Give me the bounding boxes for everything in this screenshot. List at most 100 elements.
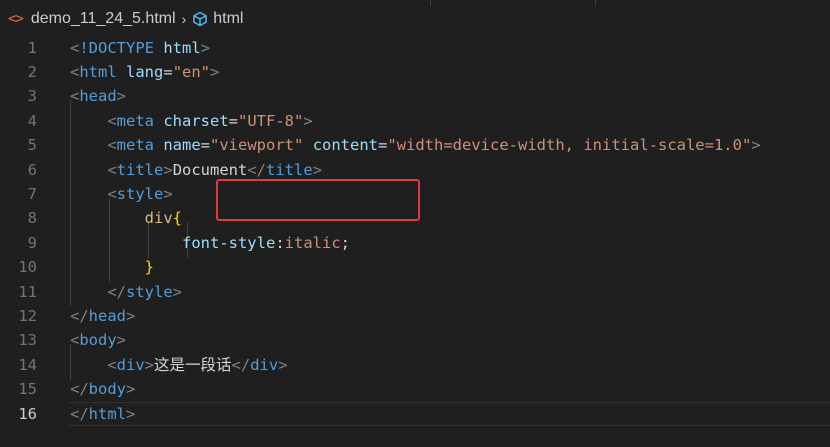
code-line[interactable]: 16 </html>: [0, 402, 830, 426]
code-token: "width=device-width, initial-scale=1.0": [387, 136, 752, 155]
code-token: title: [266, 160, 313, 179]
code-token: <: [70, 62, 80, 81]
html-file-icon: <>: [8, 11, 24, 27]
code-token: </: [70, 380, 89, 399]
code-token: head: [79, 87, 117, 106]
code-line[interactable]: 4 <meta charset="UTF-8">: [0, 109, 830, 133]
code-line[interactable]: 3 <head>: [0, 84, 830, 108]
code-token: title: [116, 160, 164, 179]
line-number: 1: [27, 38, 37, 57]
code-token: </: [107, 282, 126, 301]
code-token: =: [228, 111, 239, 130]
line-code: <meta charset="UTF-8">: [70, 109, 312, 133]
code-token: >: [312, 160, 323, 179]
line-code: <body>: [70, 328, 126, 352]
code-token: </: [247, 160, 267, 179]
code-token: >: [126, 404, 136, 423]
code-token: meta: [116, 111, 154, 130]
code-token: >: [116, 331, 127, 350]
code-token: >: [126, 306, 136, 325]
line-code: <!DOCTYPE html>: [70, 36, 210, 60]
line-code: }: [70, 255, 154, 279]
code-token: !DOCTYPE: [79, 38, 154, 57]
line-number: 11: [18, 282, 37, 301]
code-line[interactable]: 10 }: [0, 255, 830, 279]
code-token: meta: [116, 136, 154, 155]
code-line[interactable]: 9 font-style:italic;: [0, 231, 830, 255]
code-token: 这是一段话: [154, 355, 232, 374]
line-number: 8: [27, 209, 37, 228]
line-code: <style>: [70, 182, 173, 206]
code-line[interactable]: 12 </head>: [0, 304, 830, 328]
code-token: div: [250, 355, 279, 374]
line-code: </head>: [70, 304, 135, 328]
code-line[interactable]: 1 <!DOCTYPE html>: [0, 36, 830, 60]
code-token: "UTF-8": [238, 111, 304, 130]
code-line[interactable]: 11 </style>: [0, 280, 830, 304]
breadcrumb-file-name[interactable]: demo_11_24_5.html: [31, 10, 176, 28]
code-token: >: [210, 62, 220, 81]
code-line[interactable]: 5 <meta name="viewport" content="width=d…: [0, 133, 830, 157]
code-token: head: [88, 306, 126, 325]
code-line[interactable]: 15 </body>: [0, 377, 830, 401]
code-token: >: [163, 184, 173, 203]
line-number: 10: [18, 258, 37, 277]
annotation-highlight-box: [216, 179, 420, 221]
line-code: <meta name="viewport" content="width=dev…: [70, 133, 761, 157]
code-token: html: [79, 62, 117, 81]
code-token: </: [70, 306, 89, 325]
line-number: 2: [27, 62, 37, 81]
code-token: >: [116, 87, 127, 106]
code-line[interactable]: 13 <body>: [0, 328, 830, 352]
code-token: <: [70, 38, 80, 57]
line-number: 15: [18, 380, 37, 399]
code-editor[interactable]: 1 <!DOCTYPE html> 2 <html lang="en"> 3 <head>…: [0, 38, 830, 447]
code-token: =: [378, 136, 388, 155]
line-code: <head>: [70, 84, 126, 108]
code-token: div: [144, 209, 173, 228]
code-token: font-style: [181, 233, 276, 252]
breadcrumb: <> demo_11_24_5.html › html: [0, 0, 830, 38]
code-token: <: [107, 160, 117, 179]
line-number: 6: [27, 160, 37, 179]
code-token: </: [231, 355, 251, 374]
line-number: 5: [27, 136, 37, 155]
code-token: =: [163, 62, 173, 81]
code-token: }: [144, 258, 154, 277]
code-token: html: [88, 404, 126, 423]
code-token: "en": [172, 62, 211, 81]
line-number: 3: [27, 87, 37, 106]
code-token: >: [751, 136, 761, 155]
line-number: 4: [27, 111, 37, 130]
line-number: 9: [27, 233, 37, 252]
code-token: div: [116, 355, 145, 374]
element-cube-icon: [193, 11, 207, 27]
code-token: >: [163, 160, 173, 179]
code-token: ;: [340, 233, 350, 252]
code-line[interactable]: 14 <div>这是一段话</div>: [0, 353, 830, 377]
code-token: >: [278, 355, 288, 374]
breadcrumb-element-name[interactable]: html: [213, 10, 243, 28]
line-number: 16: [18, 404, 37, 423]
code-token: >: [172, 282, 183, 301]
tab-divider: [595, 0, 596, 6]
code-line[interactable]: 2 <html lang="en">: [0, 60, 830, 84]
line-code: </style>: [70, 280, 182, 304]
code-token: =: [200, 136, 211, 155]
line-number: 12: [18, 306, 37, 325]
line-code: div{: [70, 206, 182, 230]
code-token: >: [144, 355, 155, 374]
code-token: name: [163, 136, 201, 155]
code-token: <: [107, 184, 117, 203]
code-token: body: [79, 331, 117, 350]
tab-divider: [430, 0, 431, 6]
